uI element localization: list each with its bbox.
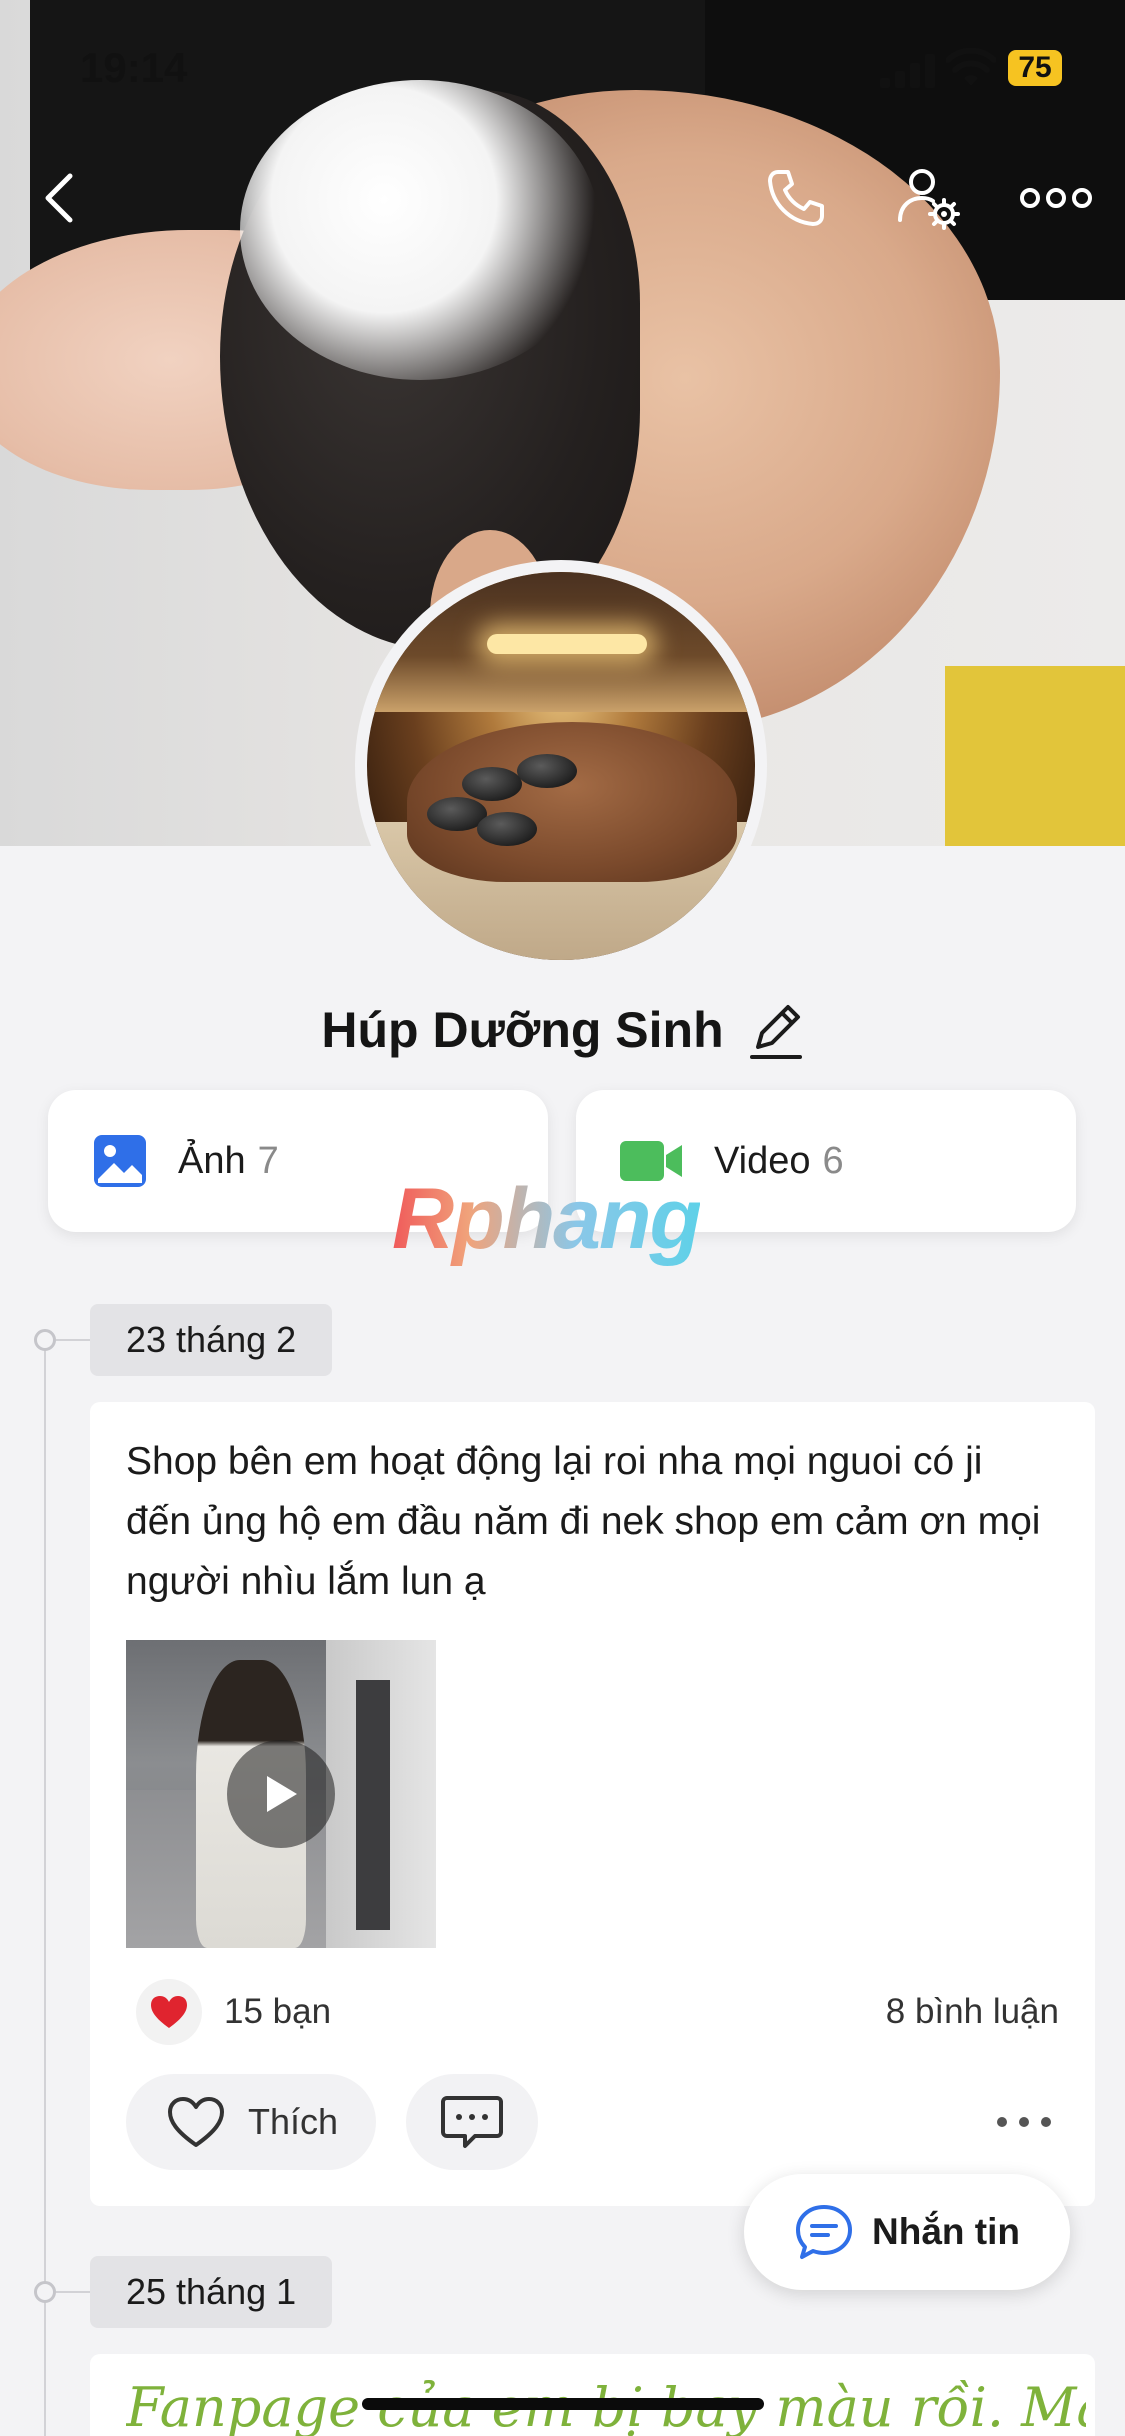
videos-count: 6 bbox=[822, 1139, 844, 1182]
video-door bbox=[356, 1680, 390, 1930]
chevron-left-icon bbox=[45, 173, 73, 223]
post-actions: Thích bbox=[126, 2074, 1059, 2170]
avatar-stone bbox=[477, 812, 537, 846]
comment-button[interactable] bbox=[406, 2074, 539, 2170]
avatar-candles bbox=[487, 634, 647, 654]
battery-indicator: 75 bbox=[1008, 50, 1062, 86]
heart-reaction bbox=[136, 1979, 202, 2045]
reactions-row[interactable]: 15 bạn 8 bình luận bbox=[126, 1972, 1059, 2052]
message-label: Nhắn tin bbox=[872, 2211, 1020, 2252]
like-label: Thích bbox=[248, 2101, 339, 2142]
phone-icon bbox=[768, 170, 824, 226]
play-icon bbox=[267, 1776, 297, 1812]
comment-icon bbox=[441, 2096, 504, 2148]
more-dots-icon bbox=[997, 2117, 1051, 2127]
cover-shirt bbox=[945, 666, 1125, 846]
timeline-dot bbox=[34, 1329, 56, 1351]
status-time: 19:14 bbox=[80, 44, 188, 91]
timeline-dot bbox=[34, 2281, 56, 2303]
play-button[interactable] bbox=[227, 1740, 335, 1848]
wifi-icon bbox=[946, 48, 996, 86]
profile-page: 19:14 75 Húp Dưỡng Sinh Ảnh 7 Video 6 Rp… bbox=[0, 0, 1125, 2436]
chat-bubble-icon bbox=[796, 2205, 852, 2259]
call-button[interactable] bbox=[756, 158, 836, 238]
message-button[interactable]: Nhắn tin bbox=[744, 2174, 1070, 2290]
pencil-icon[interactable] bbox=[748, 999, 804, 1061]
heart-outline-icon bbox=[168, 2097, 224, 2147]
videos-label: Video bbox=[714, 1139, 811, 1182]
post-more-button[interactable] bbox=[989, 2102, 1059, 2142]
timeline-line bbox=[44, 1340, 46, 2436]
cellular-signal-icon bbox=[880, 54, 935, 88]
post-card: Shop bên em hoạt động lại roi nha mọi ng… bbox=[90, 1402, 1095, 2206]
watermark-logo: Rphang bbox=[392, 1171, 702, 1267]
post-card: Fanpage của em bị bay màu rồi. Mấy anh bbox=[90, 2354, 1095, 2436]
user-gear-icon bbox=[898, 169, 960, 230]
profile-name-row: Húp Dưỡng Sinh bbox=[0, 995, 1125, 1065]
heart-icon bbox=[151, 1996, 187, 2028]
like-button[interactable]: Thích bbox=[126, 2074, 377, 2170]
home-indicator[interactable] bbox=[362, 2398, 764, 2410]
more-horizontal-icon bbox=[1020, 188, 1092, 208]
photos-count: 7 bbox=[257, 1139, 279, 1182]
comment-count[interactable]: 8 bình luận bbox=[886, 1992, 1059, 2032]
reaction-count: 15 bạn bbox=[224, 1992, 332, 2031]
back-button[interactable] bbox=[20, 158, 100, 238]
post-text: Shop bên em hoạt động lại roi nha mọi ng… bbox=[126, 1440, 1041, 1603]
user-settings-button[interactable] bbox=[888, 158, 968, 238]
avatar[interactable] bbox=[367, 572, 755, 960]
avatar-frame[interactable] bbox=[355, 560, 767, 972]
photos-label: Ảnh bbox=[178, 1139, 246, 1182]
image-icon bbox=[94, 1135, 146, 1187]
date-chip: 25 tháng 1 bbox=[90, 2256, 333, 2328]
profile-name: Húp Dưỡng Sinh bbox=[321, 1002, 724, 1058]
date-chip: 23 tháng 2 bbox=[90, 1304, 333, 1376]
post-video-thumbnail[interactable] bbox=[126, 1640, 436, 1948]
avatar-stone bbox=[517, 754, 577, 788]
avatar-stone bbox=[462, 767, 522, 801]
status-bar: 19:14 75 bbox=[0, 0, 1125, 140]
more-options-button[interactable] bbox=[1016, 158, 1096, 238]
